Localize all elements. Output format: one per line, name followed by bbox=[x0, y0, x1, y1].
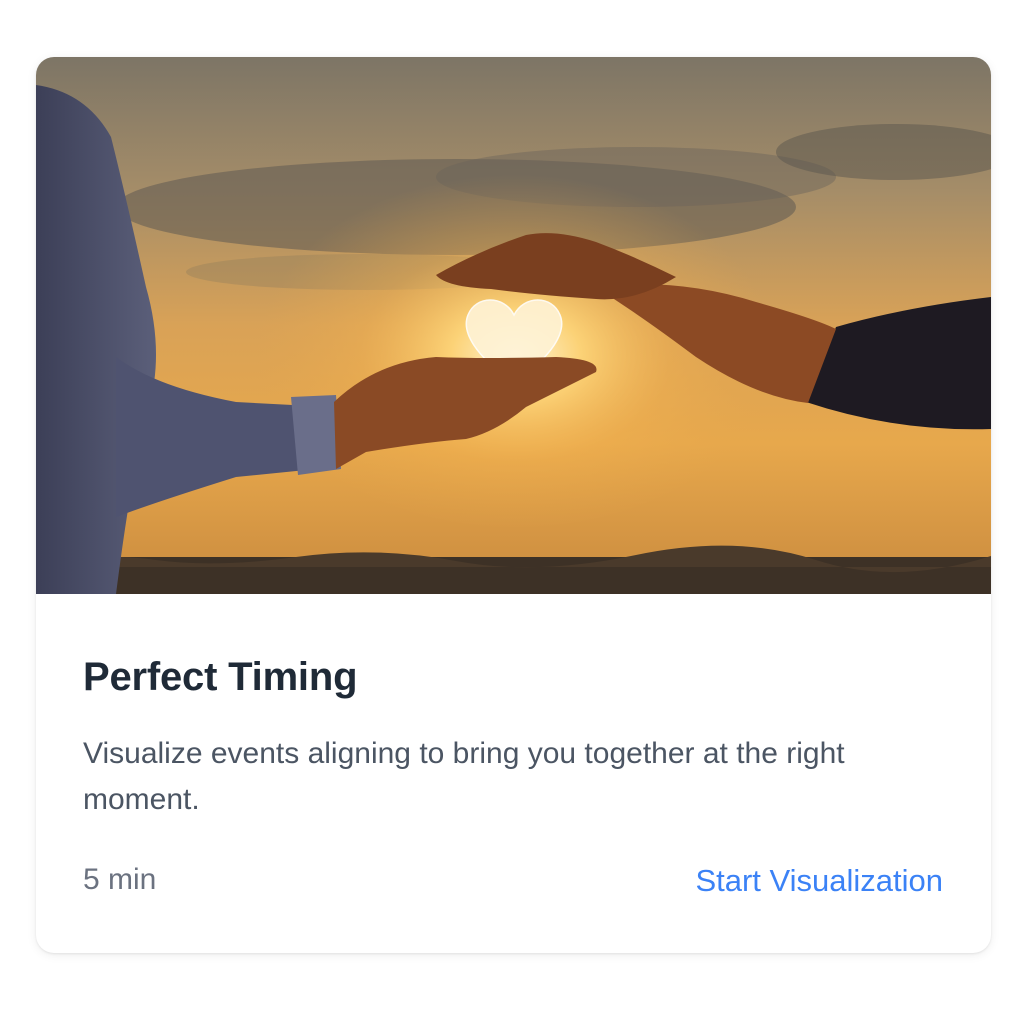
visualization-card: Perfect Timing Visualize events aligning… bbox=[36, 57, 991, 953]
start-visualization-button[interactable]: Start Visualization bbox=[695, 863, 943, 899]
card-title: Perfect Timing bbox=[83, 655, 358, 699]
card-description: Visualize events aligning to bring you t… bbox=[83, 737, 845, 816]
duration-label: 5 min bbox=[83, 863, 157, 896]
hero-image-sunset-hands bbox=[36, 57, 991, 594]
